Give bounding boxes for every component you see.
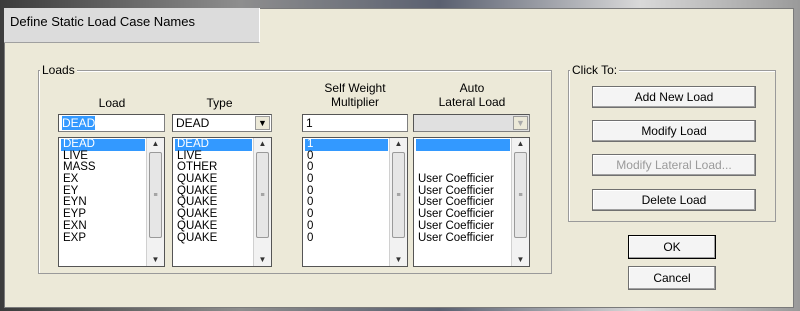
scroll-up-icon[interactable]: ▲ <box>254 138 271 150</box>
type-select[interactable]: DEAD ▼ <box>172 114 272 132</box>
chevron-down-icon: ▼ <box>513 116 528 130</box>
scroll-grip-icon[interactable]: ≡ <box>256 152 269 238</box>
list-item[interactable]: User Coefficier <box>416 232 510 245</box>
load-name-input[interactable]: DEAD <box>58 114 165 132</box>
list-item[interactable] <box>416 139 510 151</box>
load-name-value: DEAD <box>62 116 96 130</box>
scroll-up-icon[interactable]: ▲ <box>512 138 529 150</box>
load-list-scrollbar[interactable]: ▲ ≡ ▼ <box>146 138 164 266</box>
auto-lateral-header-line1: Auto <box>459 81 485 95</box>
list-item[interactable]: QUAKE <box>175 232 252 245</box>
chevron-down-icon[interactable]: ▼ <box>255 116 270 130</box>
type-select-value: DEAD <box>176 116 210 130</box>
multiplier-listbox[interactable]: 1 0 0 0 0 0 0 0 0 ▲ ≡ ▼ <box>302 137 408 267</box>
scroll-up-icon[interactable]: ▲ <box>147 138 164 150</box>
list-item[interactable]: EXP <box>61 232 145 245</box>
multiplier-list: 1 0 0 0 0 0 0 0 0 <box>305 138 388 245</box>
list-item[interactable]: 0 <box>305 232 388 245</box>
list-item[interactable]: User Coefficier <box>416 173 510 186</box>
auto-lateral-list: User Coefficier User Coefficier User Coe… <box>416 139 510 244</box>
load-column-header: Load <box>98 96 126 110</box>
ok-button[interactable]: OK <box>628 235 716 259</box>
list-item[interactable]: 0 <box>305 220 388 233</box>
self-weight-header-line2: Multiplier <box>330 95 379 109</box>
list-item[interactable] <box>416 151 510 163</box>
loads-legend: Loads <box>40 63 77 77</box>
list-item[interactable]: 0 <box>305 162 388 174</box>
list-item[interactable]: 0 <box>305 173 388 186</box>
auto-lateral-listbox[interactable]: User Coefficier User Coefficier User Coe… <box>413 137 530 267</box>
list-item[interactable]: 0 <box>305 197 388 209</box>
scroll-down-icon[interactable]: ▼ <box>147 254 164 266</box>
list-item[interactable]: 0 <box>305 150 388 163</box>
load-list: DEAD LIVE MASS EX EY EYN EYP EXN EXP <box>61 138 145 245</box>
dialog-title: Define Static Load Case Names <box>10 14 195 29</box>
list-item[interactable]: 1 <box>305 138 388 151</box>
list-item[interactable]: 0 <box>305 185 388 198</box>
multiplier-list-scrollbar[interactable]: ▲ ≡ ▼ <box>389 138 407 266</box>
scroll-down-icon[interactable]: ▼ <box>390 254 407 266</box>
scroll-down-icon[interactable]: ▼ <box>254 254 271 266</box>
list-item[interactable]: User Coefficier <box>416 220 510 233</box>
list-item[interactable]: EX <box>61 173 145 186</box>
list-item[interactable]: DEAD <box>61 138 145 151</box>
type-list: DEAD LIVE OTHER QUAKE QUAKE QUAKE QUAKE … <box>175 138 252 245</box>
multiplier-value: 1 <box>306 116 313 130</box>
click-to-legend: Click To: <box>570 63 620 77</box>
type-list-scrollbar[interactable]: ▲ ≡ ▼ <box>253 138 271 266</box>
list-item[interactable]: EXN <box>61 220 145 233</box>
list-item[interactable]: 0 <box>305 208 388 221</box>
type-column-header: Type <box>206 96 233 110</box>
auto-lateral-header-line2: Lateral Load <box>438 95 506 109</box>
scroll-grip-icon[interactable]: ≡ <box>514 152 527 238</box>
scroll-grip-icon[interactable]: ≡ <box>392 152 405 238</box>
multiplier-input[interactable]: 1 <box>302 114 408 132</box>
delete-load-button[interactable]: Delete Load <box>592 189 756 211</box>
load-listbox[interactable]: DEAD LIVE MASS EX EY EYN EYP EXN EXP ▲ ≡… <box>58 137 165 267</box>
auto-lateral-select: ▼ <box>413 114 530 132</box>
auto-lateral-list-scrollbar[interactable]: ▲ ≡ ▼ <box>511 138 529 266</box>
type-listbox[interactable]: DEAD LIVE OTHER QUAKE QUAKE QUAKE QUAKE … <box>172 137 272 267</box>
list-item[interactable]: DEAD <box>175 138 252 151</box>
modify-lateral-load-button: Modify Lateral Load... <box>592 154 756 176</box>
scroll-up-icon[interactable]: ▲ <box>390 138 407 150</box>
scroll-down-icon[interactable]: ▼ <box>512 254 529 266</box>
list-item[interactable]: QUAKE <box>175 220 252 233</box>
add-new-load-button[interactable]: Add New Load <box>592 86 756 108</box>
cancel-button[interactable]: Cancel <box>628 266 716 290</box>
self-weight-header-line1: Self Weight <box>324 81 386 95</box>
list-item[interactable]: QUAKE <box>175 173 252 186</box>
scroll-grip-icon[interactable]: ≡ <box>149 152 162 238</box>
modify-load-button[interactable]: Modify Load <box>592 120 756 142</box>
